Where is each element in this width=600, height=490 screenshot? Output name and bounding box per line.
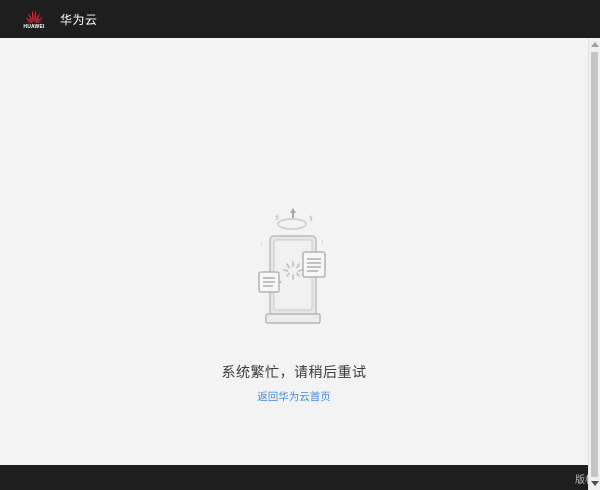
huawei-logo[interactable]: HUAWEI bbox=[22, 9, 46, 30]
system-busy-illustration bbox=[258, 208, 326, 324]
footer-copyright: 版权 bbox=[575, 475, 588, 486]
error-message: 系统繁忙，请稍后重试 bbox=[221, 365, 367, 381]
scroll-thumb[interactable] bbox=[591, 52, 598, 477]
logo-wordmark: HUAWEI bbox=[23, 23, 45, 30]
scroll-down-icon[interactable] bbox=[591, 481, 599, 486]
top-header: HUAWEI 华为云 bbox=[0, 0, 600, 38]
back-home-link-wrapper: 返回华为云首页 bbox=[0, 389, 588, 404]
huawei-flower-icon bbox=[25, 10, 43, 23]
scroll-up-icon[interactable] bbox=[591, 42, 599, 47]
footer: 版权 bbox=[0, 465, 588, 490]
back-to-home-link[interactable]: 返回华为云首页 bbox=[257, 391, 331, 403]
main-content: 系统繁忙，请稍后重试 返回华为云首页 bbox=[0, 38, 588, 465]
error-page: HUAWEI 华为云 系统繁忙，请稍后重试 返回华为云首页 版 bbox=[0, 0, 600, 490]
vertical-scrollbar[interactable] bbox=[588, 38, 600, 490]
brand-name[interactable]: 华为云 bbox=[60, 11, 98, 28]
